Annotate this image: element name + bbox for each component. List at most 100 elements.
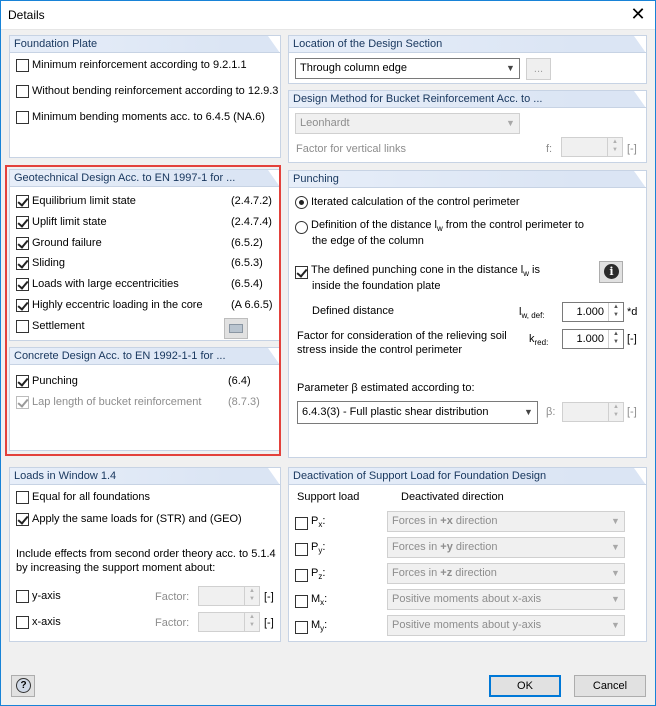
kred-symbol-sub: red: bbox=[534, 338, 549, 348]
beta-select[interactable]: 6.4.3(3) - Full plastic shear distributi… bbox=[297, 401, 538, 424]
info-icon: i bbox=[604, 264, 619, 279]
punching-design-checkbox[interactable] bbox=[16, 374, 29, 388]
my-option[interactable]: My: bbox=[295, 618, 327, 634]
chevron-down-icon: ▼ bbox=[611, 516, 620, 526]
ground-failure-option[interactable]: Ground failure (6.5.2) bbox=[16, 236, 276, 252]
mx-checkbox[interactable] bbox=[295, 594, 308, 608]
min-bending-moments-label: Minimum bending moments acc. to 6.4.5 (N… bbox=[32, 111, 265, 124]
settlement-label: Settlement bbox=[32, 320, 85, 333]
highly-eccentric-checkbox[interactable] bbox=[16, 298, 29, 312]
iterated-option[interactable]: Iterated calculation of the control peri… bbox=[295, 195, 520, 211]
px-checkbox[interactable] bbox=[295, 516, 308, 530]
sliding-checkbox[interactable] bbox=[16, 256, 29, 270]
geotechnical-panel: Geotechnical Design Acc. to EN 1997-1 fo… bbox=[9, 169, 281, 341]
lap-length-checkbox bbox=[16, 395, 29, 409]
definition-option[interactable]: Definition of the distance lw from the c… bbox=[295, 218, 584, 234]
my-label: My: bbox=[311, 619, 327, 633]
punching-cone-line2: inside the foundation plate bbox=[312, 280, 441, 292]
py-suffix: : bbox=[322, 541, 326, 553]
info-button[interactable]: i bbox=[599, 261, 623, 283]
min-bending-moments-option[interactable]: Minimum bending moments acc. to 6.4.5 (N… bbox=[16, 110, 265, 126]
highly-eccentric-label: Highly eccentric loading in the core bbox=[32, 299, 203, 312]
py-option[interactable]: Py: bbox=[295, 540, 325, 556]
my-direction-value: Positive moments about y-axis bbox=[392, 619, 542, 631]
equilibrium-checkbox[interactable] bbox=[16, 194, 29, 208]
chevron-down-icon: ▼ bbox=[611, 542, 620, 552]
pz-option[interactable]: Pz: bbox=[295, 566, 325, 582]
cancel-button[interactable]: Cancel bbox=[574, 675, 646, 697]
equilibrium-option[interactable]: Equilibrium limit state (2.4.7.2) bbox=[16, 194, 276, 210]
ok-button[interactable]: OK bbox=[489, 675, 561, 697]
chevron-down-icon: ▼ bbox=[506, 118, 515, 128]
uplift-option[interactable]: Uplift limit state (2.4.7.4) bbox=[16, 215, 276, 231]
help-button[interactable]: ? bbox=[11, 675, 35, 697]
highly-eccentric-option[interactable]: Highly eccentric loading in the core (A … bbox=[16, 298, 276, 314]
x-axis-option[interactable]: x-axis bbox=[16, 615, 61, 631]
iterated-radio[interactable] bbox=[295, 195, 308, 209]
pz-checkbox[interactable] bbox=[295, 568, 308, 582]
uplift-checkbox[interactable] bbox=[16, 215, 29, 229]
sliding-ref: (6.5.3) bbox=[231, 257, 263, 269]
y-axis-option[interactable]: y-axis bbox=[16, 589, 61, 605]
without-bending-checkbox[interactable] bbox=[16, 84, 29, 98]
help-icon: ? bbox=[16, 678, 31, 693]
spinner-arrows-icon[interactable]: ▲ ▼ bbox=[608, 330, 623, 348]
punching-cone-checkbox[interactable] bbox=[295, 265, 308, 279]
uplift-ref: (2.4.7.4) bbox=[231, 216, 272, 228]
lap-length-ref: (8.7.3) bbox=[228, 396, 260, 408]
large-eccentricities-option[interactable]: Loads with large eccentricities (6.5.4) bbox=[16, 277, 276, 293]
kred-value: 1.000 bbox=[576, 333, 604, 345]
kred-input[interactable]: 1.000 ▲ ▼ bbox=[562, 329, 624, 349]
same-loads-checkbox[interactable] bbox=[16, 512, 29, 526]
punching-panel: Punching Iterated calculation of the con… bbox=[288, 170, 647, 458]
equilibrium-label: Equilibrium limit state bbox=[32, 195, 136, 208]
equal-foundations-option[interactable]: Equal for all foundations bbox=[16, 490, 150, 506]
y-axis-checkbox[interactable] bbox=[16, 589, 29, 603]
location-more-button[interactable]: ... bbox=[526, 58, 551, 80]
settlement-checkbox[interactable] bbox=[16, 319, 29, 333]
beta-select-value: 6.4.3(3) - Full plastic shear distributi… bbox=[302, 406, 489, 418]
definition-label-text-b: from the control perimeter to bbox=[442, 219, 584, 231]
kred-symbol: kred: bbox=[529, 332, 548, 348]
min-reinforcement-option[interactable]: Minimum reinforcement according to 9.2.1… bbox=[16, 58, 247, 74]
settlement-settings-icon[interactable] bbox=[224, 318, 248, 339]
y-factor-label: Factor: bbox=[155, 591, 190, 603]
same-loads-option[interactable]: Apply the same loads for (STR) and (GEO) bbox=[16, 512, 242, 528]
location-select[interactable]: Through column edge ▼ bbox=[295, 58, 520, 79]
py-checkbox[interactable] bbox=[295, 542, 308, 556]
mx-option[interactable]: Mx: bbox=[295, 592, 327, 608]
lw-def-symbol: lw, def: bbox=[519, 305, 545, 321]
beta-input: ▲ ▼ bbox=[562, 402, 624, 422]
punching-cone-option[interactable]: The defined punching cone in the distanc… bbox=[295, 263, 540, 279]
py-label: Py: bbox=[311, 541, 326, 555]
uplift-label: Uplift limit state bbox=[32, 216, 107, 229]
without-bending-option[interactable]: Without bending reinforcement according … bbox=[16, 84, 278, 100]
px-direction-value: Forces in +x direction bbox=[392, 515, 498, 527]
defined-distance-input[interactable]: 1.000 ▲ ▼ bbox=[562, 302, 624, 322]
sliding-option[interactable]: Sliding (6.5.3) bbox=[16, 256, 276, 272]
ground-failure-label: Ground failure bbox=[32, 237, 102, 250]
pz-label: Pz: bbox=[311, 567, 325, 581]
definition-radio[interactable] bbox=[295, 220, 308, 234]
min-reinforcement-checkbox[interactable] bbox=[16, 58, 29, 72]
spinner-arrows-icon[interactable]: ▲ ▼ bbox=[608, 303, 623, 321]
ground-failure-checkbox[interactable] bbox=[16, 236, 29, 250]
equal-foundations-checkbox[interactable] bbox=[16, 490, 29, 504]
chevron-down-icon: ▼ bbox=[611, 568, 620, 578]
spinner-arrows-icon: ▲ ▼ bbox=[244, 587, 259, 605]
mx-direction-value: Positive moments about x-axis bbox=[392, 593, 542, 605]
px-option[interactable]: Px: bbox=[295, 514, 325, 530]
concrete-panel: Concrete Design Acc. to EN 1992-1-1 for … bbox=[9, 347, 281, 451]
min-bending-moments-checkbox[interactable] bbox=[16, 110, 29, 124]
large-eccentricities-checkbox[interactable] bbox=[16, 277, 29, 291]
my-checkbox[interactable] bbox=[295, 620, 308, 634]
lw-def-symbol-sub: w, def: bbox=[521, 311, 545, 321]
px-direction-select: Forces in +x direction ▼ bbox=[387, 511, 625, 532]
beta-symbol: β: bbox=[546, 406, 556, 418]
py-direction-value: Forces in +y direction bbox=[392, 541, 498, 553]
x-axis-checkbox[interactable] bbox=[16, 615, 29, 629]
close-icon[interactable]: ✕ bbox=[621, 1, 655, 30]
punching-design-option[interactable]: Punching (6.4) bbox=[16, 374, 276, 390]
spinner-arrows-icon: ▲ ▼ bbox=[244, 613, 259, 631]
beta-unit: [-] bbox=[627, 406, 637, 418]
